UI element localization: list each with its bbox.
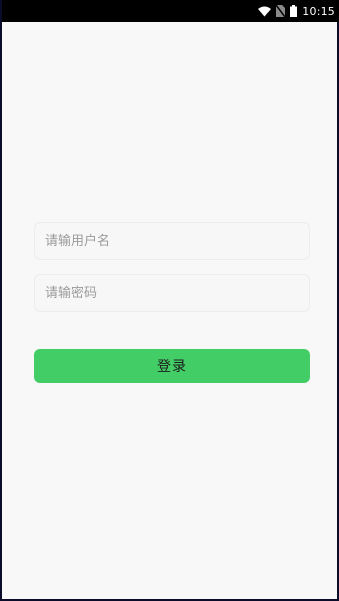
status-time: 10:15 bbox=[302, 4, 335, 18]
password-input[interactable] bbox=[43, 284, 301, 302]
username-input[interactable] bbox=[43, 232, 301, 250]
status-bar: 10:15 bbox=[2, 0, 339, 22]
no-sim-icon bbox=[275, 2, 286, 21]
app-screen: 10:15 登录 bbox=[0, 0, 339, 601]
wifi-icon bbox=[258, 2, 272, 21]
battery-icon bbox=[290, 2, 298, 21]
login-button[interactable]: 登录 bbox=[34, 349, 310, 383]
login-form bbox=[34, 222, 310, 312]
username-field[interactable] bbox=[34, 222, 310, 260]
password-field[interactable] bbox=[34, 274, 310, 312]
status-icons: 10:15 bbox=[258, 0, 335, 22]
